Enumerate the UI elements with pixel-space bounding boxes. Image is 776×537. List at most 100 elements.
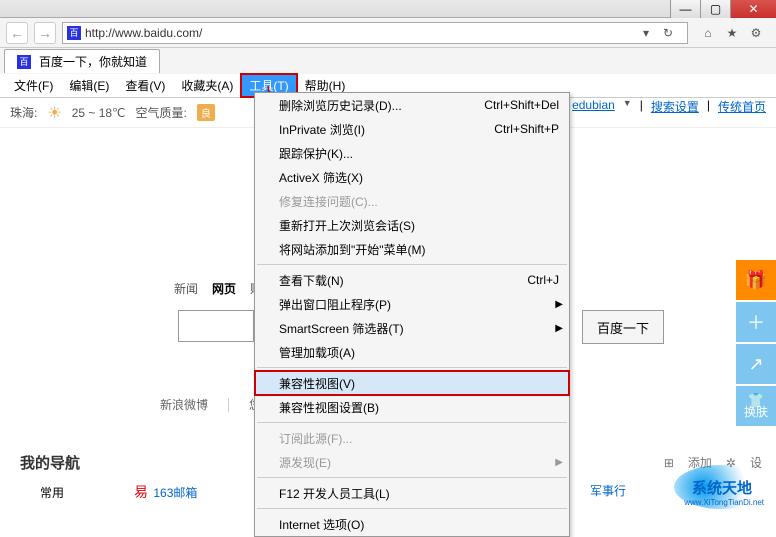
menu-separator bbox=[257, 422, 567, 423]
menu-item-label: Internet 选项(O) bbox=[279, 516, 364, 533]
menu-item: 订阅此源(F)... bbox=[255, 426, 569, 450]
menu-shortcut: Ctrl+J bbox=[527, 273, 559, 287]
link-search-settings[interactable]: 搜索设置 bbox=[651, 98, 699, 115]
menu-view[interactable]: 查看(V) bbox=[117, 74, 173, 97]
menu-item-label: 重新打开上次浏览会话(S) bbox=[279, 217, 415, 234]
divider bbox=[228, 398, 229, 412]
menu-item[interactable]: InPrivate 浏览(I) Ctrl+Shift+P bbox=[255, 117, 569, 141]
menu-item[interactable]: F12 开发人员工具(L) bbox=[255, 481, 569, 505]
site-favicon: 百 bbox=[67, 26, 81, 40]
plus-icon[interactable]: ＋ bbox=[736, 302, 776, 342]
tab-strip: 百 百度一下，你就知道 bbox=[0, 48, 776, 74]
submenu-arrow-icon: ▶ bbox=[555, 299, 563, 310]
my-navigation-title: 我的导航 bbox=[20, 452, 80, 473]
tab-title: 百度一下，你就知道 bbox=[39, 53, 147, 70]
skin-button[interactable]: 👕 换肤 bbox=[736, 386, 776, 426]
chevron-down-icon[interactable]: ▼ bbox=[623, 98, 632, 115]
shortcut-army[interactable]: 军事行 bbox=[590, 482, 626, 499]
refresh-icon[interactable]: ↻ bbox=[663, 26, 683, 40]
favorites-icon[interactable]: ★ bbox=[724, 25, 740, 41]
menu-item-label: 源发现(E) bbox=[279, 454, 331, 471]
menu-shortcut: Ctrl+Shift+P bbox=[494, 122, 559, 136]
sun-icon: ☀ bbox=[47, 103, 61, 123]
back-button[interactable]: ← bbox=[6, 22, 28, 44]
gear-icon[interactable]: ⚙ bbox=[748, 25, 764, 41]
submenu-arrow-icon: ▶ bbox=[555, 323, 563, 334]
divider: | bbox=[640, 98, 643, 115]
divider: | bbox=[707, 98, 710, 115]
menu-favorites[interactable]: 收藏夹(A) bbox=[173, 74, 241, 97]
browser-toolbar-icons: ⌂ ★ ⚙ bbox=[694, 25, 770, 41]
menu-item[interactable]: 兼容性视图(V) bbox=[255, 371, 569, 395]
watermark-logo: 系统天地 www.XiTongTianDi.net bbox=[674, 465, 770, 509]
menu-item: 修复连接问题(C)... bbox=[255, 189, 569, 213]
nav-shortcuts: 常用 易 163邮箱 bbox=[40, 482, 197, 502]
minimize-button[interactable]: — bbox=[670, 0, 700, 18]
menu-shortcut: Ctrl+Shift+Del bbox=[484, 98, 559, 112]
menu-item-label: 弹出窗口阻止程序(P) bbox=[279, 296, 391, 313]
forward-button[interactable]: → bbox=[34, 22, 56, 44]
submenu-arrow-icon: ▶ bbox=[555, 457, 563, 468]
sina-weibo-label[interactable]: 新浪微博 bbox=[160, 396, 208, 413]
menu-edit[interactable]: 编辑(E) bbox=[61, 74, 117, 97]
link-edubian[interactable]: edubian bbox=[572, 98, 615, 115]
address-bar-area: ← → 百 http://www.baidu.com/ ▾ ↻ ⌂ ★ ⚙ bbox=[0, 18, 776, 48]
settings-link[interactable]: 设 bbox=[750, 454, 762, 471]
menu-item[interactable]: 弹出窗口阻止程序(P) ▶ bbox=[255, 292, 569, 316]
nav-web[interactable]: 网页 bbox=[212, 280, 236, 297]
search-button[interactable]: 百度一下 bbox=[582, 310, 664, 344]
menu-item-label: 查看下载(N) bbox=[279, 272, 344, 289]
menu-item[interactable]: 管理加载项(A) bbox=[255, 340, 569, 364]
address-bar[interactable]: 百 http://www.baidu.com/ ▾ ↻ bbox=[62, 22, 688, 44]
menu-item[interactable]: SmartScreen 筛选器(T) ▶ bbox=[255, 316, 569, 340]
aqi-label: 空气质量: bbox=[136, 104, 187, 121]
nav-news[interactable]: 新闻 bbox=[174, 280, 198, 297]
dropdown-icon[interactable]: ▾ bbox=[643, 26, 663, 40]
menu-item-label: 将网站添加到"开始"菜单(M) bbox=[279, 241, 426, 258]
menu-item[interactable]: 查看下载(N) Ctrl+J bbox=[255, 268, 569, 292]
menu-item-label: 兼容性视图设置(B) bbox=[279, 399, 379, 416]
search-input[interactable] bbox=[178, 310, 254, 342]
menu-item-label: F12 开发人员工具(L) bbox=[279, 485, 390, 502]
plus-icon: ⊞ bbox=[664, 456, 674, 470]
top-right-links: edubian ▼ | 搜索设置 | 传统首页 bbox=[572, 98, 766, 115]
menu-item[interactable]: 重新打开上次浏览会话(S) bbox=[255, 213, 569, 237]
side-panel: 🎁 ＋ ↗ 👕 换肤 bbox=[736, 260, 776, 426]
tab-favicon: 百 bbox=[17, 55, 31, 69]
menu-item-label: 删除浏览历史记录(D)... bbox=[279, 97, 402, 114]
menu-item-label: 跟踪保护(K)... bbox=[279, 145, 353, 162]
share-icon[interactable]: ↗ bbox=[736, 344, 776, 384]
close-button[interactable]: ✕ bbox=[730, 0, 776, 18]
maximize-button[interactable]: ▢ bbox=[700, 0, 730, 18]
menu-item[interactable]: ActiveX 筛选(X) bbox=[255, 165, 569, 189]
menu-item[interactable]: 删除浏览历史记录(D)... Ctrl+Shift+Del bbox=[255, 93, 569, 117]
menu-item-label: SmartScreen 筛选器(T) bbox=[279, 320, 404, 337]
shortcut-163mail[interactable]: 易 163邮箱 bbox=[134, 482, 197, 502]
home-icon[interactable]: ⌂ bbox=[700, 25, 716, 41]
gift-icon[interactable]: 🎁 bbox=[736, 260, 776, 300]
window-titlebar: — ▢ ✕ bbox=[0, 0, 776, 18]
menu-item-label: 兼容性视图(V) bbox=[279, 375, 355, 392]
menu-item-label: 管理加载项(A) bbox=[279, 344, 355, 361]
menu-item-label: InPrivate 浏览(I) bbox=[279, 121, 365, 138]
url-text: http://www.baidu.com/ bbox=[85, 26, 643, 40]
browser-tab[interactable]: 百 百度一下，你就知道 bbox=[4, 49, 160, 73]
menu-item: 源发现(E) ▶ bbox=[255, 450, 569, 474]
weibo-row: 新浪微博 您 bbox=[160, 396, 261, 413]
menu-file[interactable]: 文件(F) bbox=[6, 74, 61, 97]
menu-separator bbox=[257, 508, 567, 509]
menu-item[interactable]: 将网站添加到"开始"菜单(M) bbox=[255, 237, 569, 261]
menu-item[interactable]: 兼容性视图设置(B) bbox=[255, 395, 569, 419]
aqi-badge: 良 bbox=[197, 104, 215, 121]
temperature: 25 ~ 18℃ bbox=[72, 106, 126, 120]
search-area bbox=[178, 310, 254, 342]
menu-item[interactable]: 跟踪保护(K)... bbox=[255, 141, 569, 165]
shortcut-common[interactable]: 常用 bbox=[40, 484, 64, 501]
netease-icon: 易 bbox=[134, 484, 148, 500]
menu-item[interactable]: Internet 选项(O) bbox=[255, 512, 569, 536]
link-legacy-home[interactable]: 传统首页 bbox=[718, 98, 766, 115]
city-label: 珠海: bbox=[10, 104, 37, 121]
menu-item-label: 订阅此源(F)... bbox=[279, 430, 352, 447]
menu-separator bbox=[257, 367, 567, 368]
menu-item-label: ActiveX 筛选(X) bbox=[279, 169, 363, 186]
